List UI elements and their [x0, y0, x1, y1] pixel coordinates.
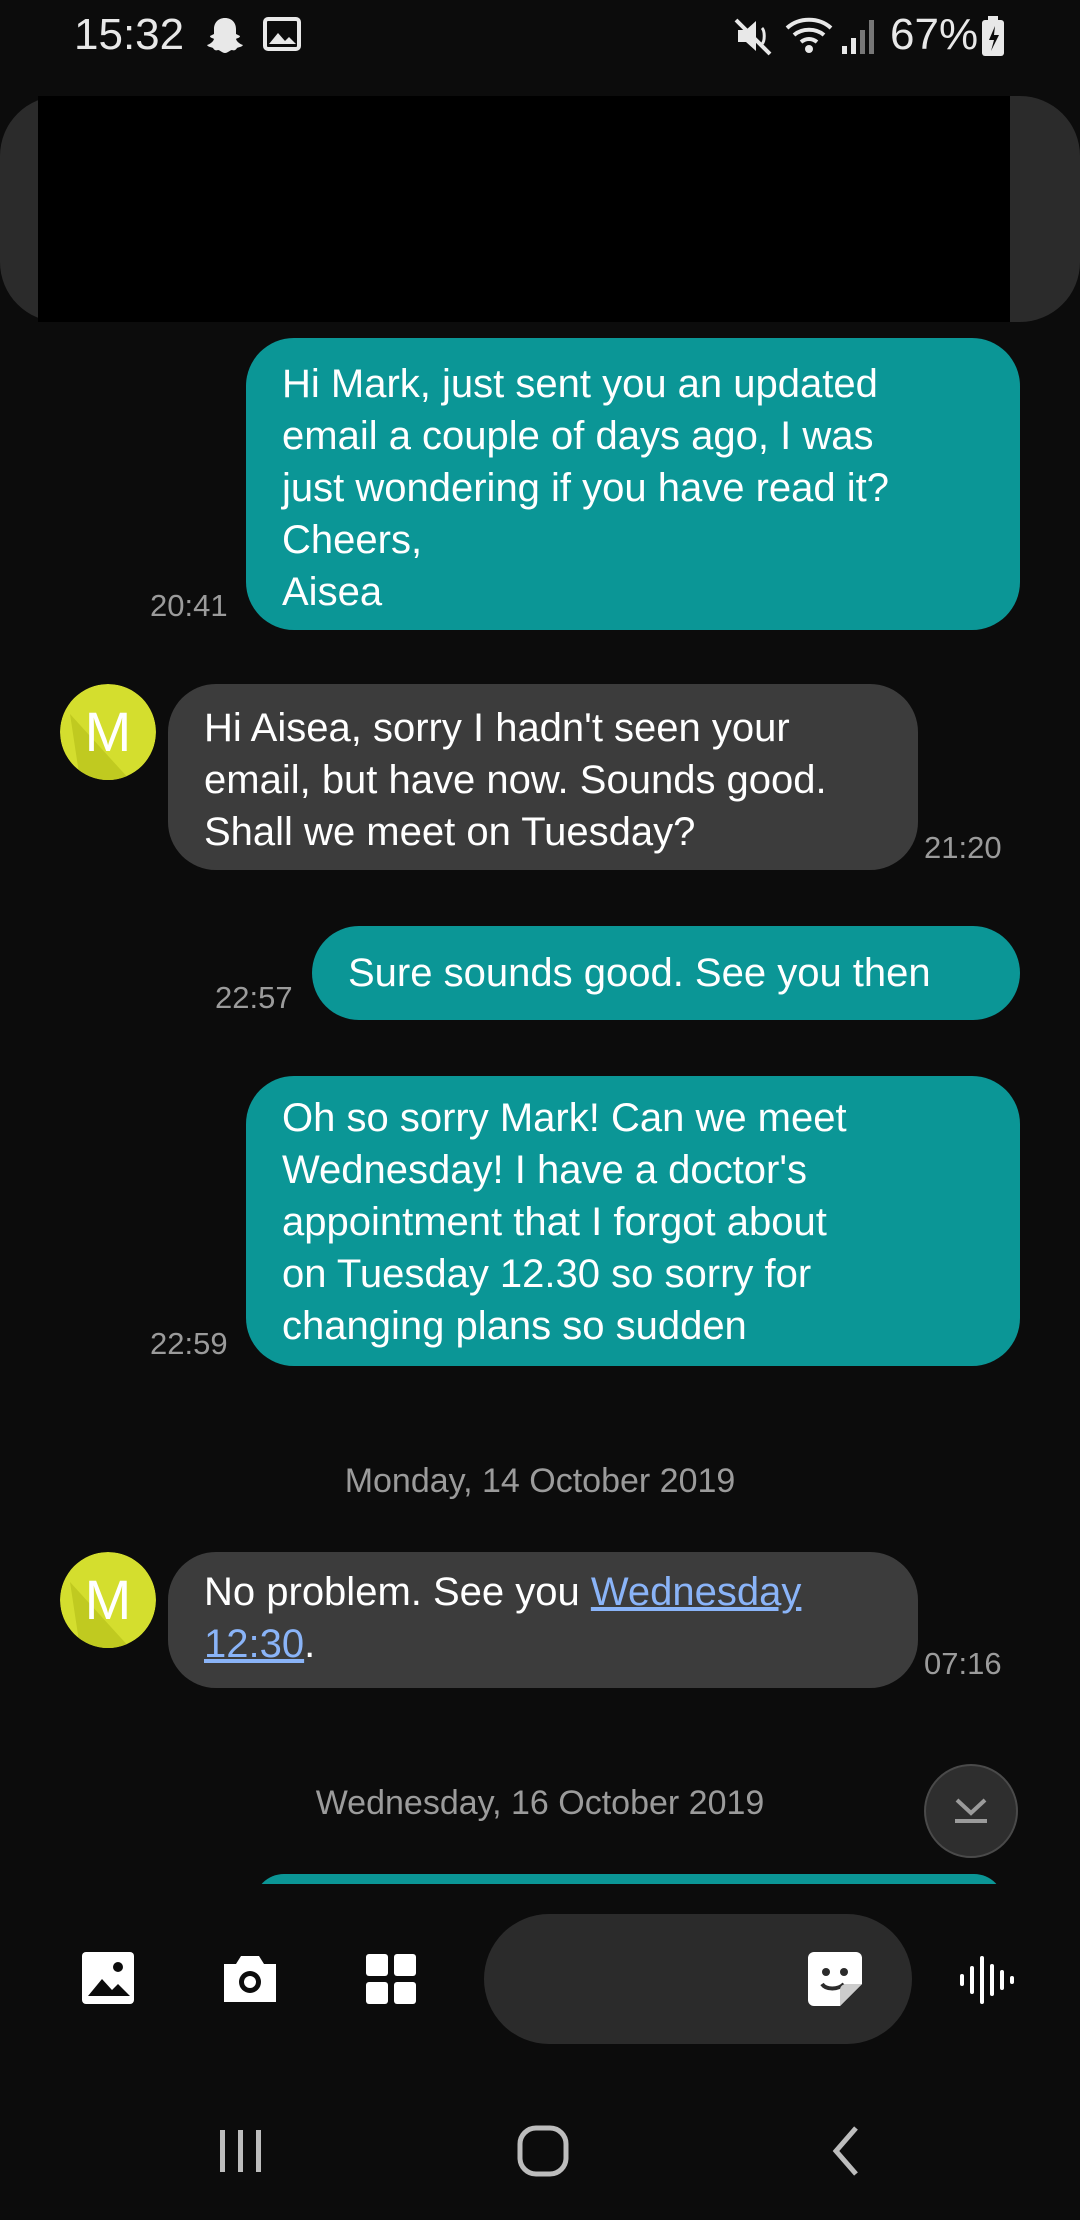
message-time: 22:57: [215, 980, 293, 1015]
message-time: 07:16: [924, 1646, 1002, 1681]
chevron-down-icon: [955, 1798, 987, 1823]
outgoing-message-bubble[interactable]: Oh so sorry Mark! Can we meet Wednesday!…: [246, 1076, 1020, 1366]
date-time-link[interactable]: 12:30: [204, 1622, 304, 1666]
message-text: .: [304, 1622, 316, 1666]
status-bar: 15:32 67%: [0, 0, 1080, 76]
incoming-message-bubble[interactable]: Hi Aisea, sorry I hadn't seen your email…: [168, 684, 918, 870]
outgoing-message-bubble[interactable]: Hi Mark, just sent you an updated email …: [246, 338, 1020, 630]
gallery-icon[interactable]: [80, 1950, 136, 2011]
message-text: No problem. See you: [204, 1570, 591, 1614]
signal-icon: [840, 14, 880, 63]
gallery-notification-icon: [262, 14, 302, 59]
avatar-letter: M: [84, 700, 132, 763]
battery-icon: [980, 14, 1006, 63]
status-time: 15:32: [74, 10, 185, 59]
apps-grid-icon[interactable]: [364, 1952, 418, 2011]
battery-percentage: 67%: [890, 10, 979, 59]
back-icon[interactable]: [826, 2124, 866, 2183]
home-icon[interactable]: [516, 2124, 570, 2183]
date-separator: Wednesday, 16 October 2019: [315, 1784, 765, 1822]
camera-icon[interactable]: [220, 1952, 280, 2011]
avatar-letter: M: [84, 1568, 132, 1631]
contact-avatar[interactable]: M: [60, 1552, 156, 1648]
recent-apps-icon[interactable]: [216, 2126, 266, 2181]
contact-avatar[interactable]: M: [60, 684, 156, 780]
message-time: 21:20: [924, 830, 1002, 865]
message-time: 22:59: [150, 1326, 228, 1361]
wifi-icon: [784, 14, 834, 63]
scroll-to-bottom-button[interactable]: [924, 1764, 1018, 1858]
mute-icon: [732, 14, 776, 63]
voice-waveform-icon[interactable]: [956, 1952, 1016, 2013]
snapchat-icon: [204, 14, 246, 61]
message-time: 20:41: [150, 588, 228, 623]
redacted-header-block: [38, 96, 1010, 322]
date-separator: Monday, 14 October 2019: [344, 1462, 736, 1500]
incoming-message-bubble[interactable]: No problem. See you Wednesday 12:30.: [168, 1552, 918, 1688]
outgoing-message-bubble[interactable]: Sure sounds good. See you then: [312, 926, 1020, 1020]
date-time-link[interactable]: Wednesday: [591, 1570, 802, 1614]
sticker-icon[interactable]: [806, 1950, 864, 2013]
